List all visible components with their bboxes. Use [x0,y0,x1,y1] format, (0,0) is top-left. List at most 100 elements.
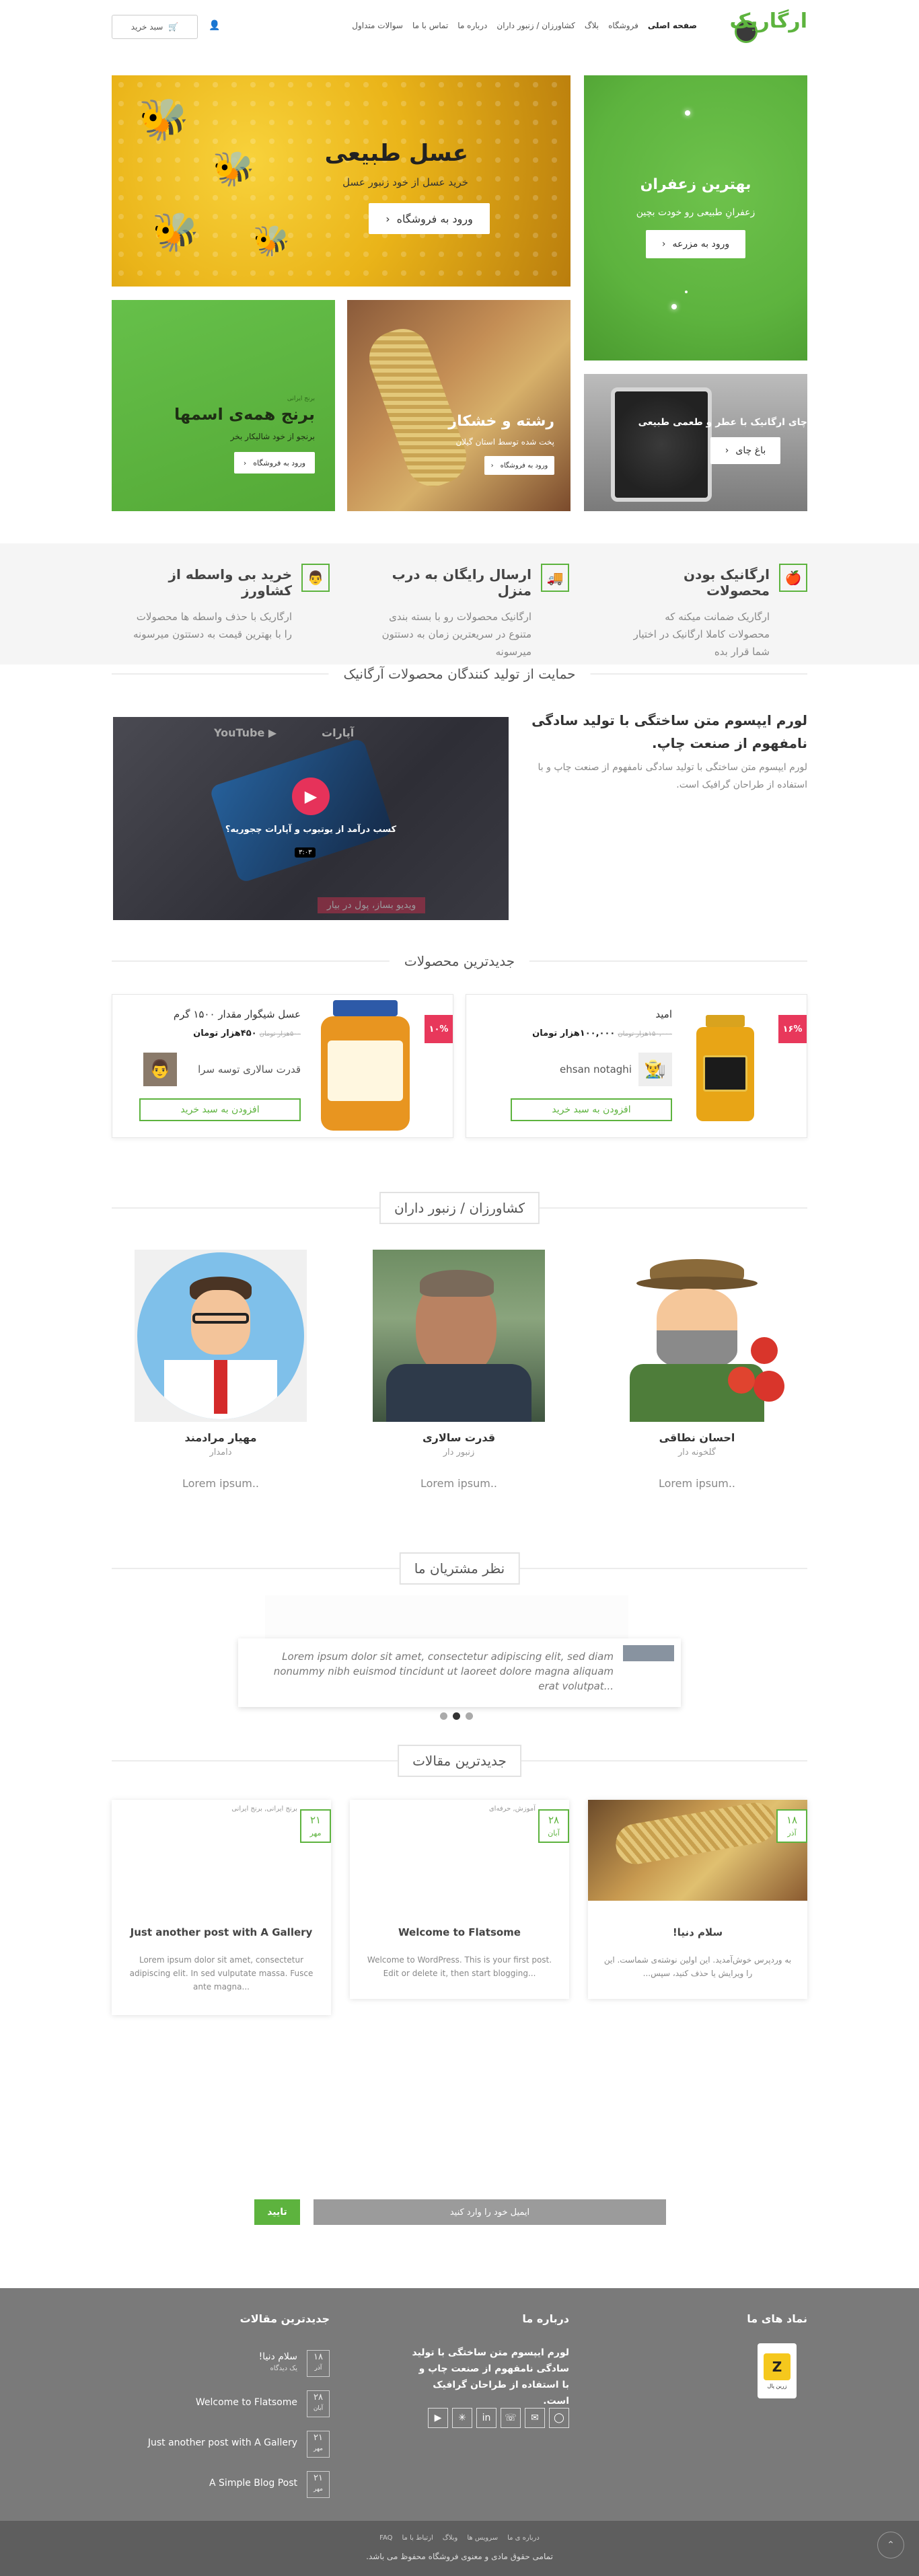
farmer-more[interactable]: Lorem ipsum.. [371,1477,546,1490]
zarinpal-icon: Z [764,2353,791,2380]
product-price-current: ۱۰۰,۰۰۰هزار تومان [532,1028,616,1038]
chevron-left-icon: ‹ [725,445,729,456]
hero-rice-button[interactable]: ورود به فروشگاه ‹ [234,452,315,473]
article-card[interactable]: ۱۸ آذر سلام دنیا! به وردپرس خوش‌آمدید. ای… [588,1799,807,1999]
hero-sweets-banner[interactable]: رشته و خشکار پخت شده توسط استان گیلان ور… [347,300,571,511]
carousel-dot[interactable] [466,1712,473,1720]
footer-post-title[interactable]: Just another post with A Gallery [148,2437,297,2448]
zarinpal-label: زرین پال [767,2382,787,2389]
nav-shop[interactable]: فروشگاه [608,21,638,30]
farmer-avatar[interactable] [610,1250,784,1422]
honey-jar-image [318,1000,412,1132]
linkedin-icon[interactable]: in [476,2408,497,2428]
carousel-dot-active[interactable] [453,1712,460,1720]
twitter-icon[interactable]: ✳ [452,2408,472,2428]
footer-post[interactable]: ۲۱ مهر Just another post with A Gallery [128,2431,330,2462]
footer: نماد های ما Z زرین پال درباره ما لورم ای… [0,2288,919,2521]
back-to-top-button[interactable]: ⌃ [877,2532,904,2559]
logo[interactable]: ارگاریک [729,5,807,46]
footer-post-title[interactable]: Welcome to Flatsome [196,2397,297,2408]
footer-post[interactable]: ۲۱ مهر A Simple Blog Post [128,2471,330,2502]
chevron-left-icon: ‹ [243,458,247,467]
footer-link-contact[interactable]: ارتباط با ما [402,2534,433,2542]
hero-saffron-banner[interactable]: بهترین زعفران زعفرانِ طبیعی رو خودت بچین… [584,75,807,361]
newsletter-submit-button[interactable]: تایید [254,2199,300,2225]
chevron-up-icon: ⌃ [887,2540,895,2550]
footer-link-faq[interactable]: FAQ [379,2534,392,2542]
hero-honey-button[interactable]: ورود به فروشگاه ‹ [369,203,490,234]
nav-contact[interactable]: تماس با ما [412,21,448,30]
product-name[interactable]: عسل شیگوار مقدار ۱۵۰۰ گرم [174,1008,301,1020]
farmer-more[interactable]: Lorem ipsum.. [133,1477,308,1490]
hero-honey-banner[interactable]: 🐝 🐝 🐝 🐝 عسل طبیعی خرید عسل از خود زنبور … [112,75,571,287]
hero-saffron-subtitle: زعفرانِ طبیعی رو خودت بچین [636,207,756,218]
article-title[interactable]: Just another post with A Gallery [112,1926,331,1938]
footer-post-comment: یک دیدگاه [270,2365,297,2372]
footer-post[interactable]: ۲۸ آبان Welcome to Flatsome [128,2390,330,2421]
feature-shipping-title: ارسال رایگان به درب منزل [392,566,531,599]
bee-icon: 🐝 [213,149,255,188]
youtube-icon[interactable]: ▶ [428,2408,448,2428]
nav-blog[interactable]: بلاگ [585,21,599,30]
hero-tea-banner[interactable]: چای ارگانیک با عطر و طعمی طبیعی باغ چای ‹ [584,374,807,511]
zarinpal-badge[interactable]: Z زرین پال [758,2343,797,2398]
article-card[interactable]: برنج ایرانی, برنج ایرانی ۲۱ مهر Just anot… [112,1800,331,2015]
hero-rice-subtitle: برنجو از خود شالیکار بخر [230,432,315,441]
carousel-dots [440,1712,473,1720]
farmer-avatar[interactable] [135,1250,307,1422]
add-to-cart-button[interactable]: افزودن به سبد خرید [139,1098,301,1121]
farmer-name[interactable]: احسان نطاقی [610,1431,784,1444]
farmer-more[interactable]: Lorem ipsum.. [610,1477,784,1490]
hero-sweets-subtitle: پخت شده توسط استان گیلان [455,437,554,447]
bee-icon: 🐝 [139,96,189,143]
seller-avatar: 👨 [143,1053,177,1086]
farmer-name[interactable]: مهیار مرادمند [133,1431,308,1444]
footer-link-blog[interactable]: وبلاگ [443,2534,458,2542]
hero-sweets-button[interactable]: ورود به فروشگاه ‹ [484,456,554,475]
footer-link-about[interactable]: درباره ی ما [507,2534,540,2542]
play-button-icon[interactable]: ▶ [292,778,330,815]
footer-post-date: ۲۸ آبان [307,2390,330,2417]
footer-post-title[interactable]: A Simple Blog Post [209,2478,297,2489]
article-excerpt: به وردپرس خوش‌آمدید. این اولین نوشته‌ی ش… [603,1955,792,1978]
newsletter-band [0,2073,919,2288]
phone-icon[interactable]: ☏ [501,2408,521,2428]
farmer-photo[interactable] [373,1250,545,1422]
product-card[interactable]: ۱۰% عسل شیگوار مقدار ۱۵۰۰ گرم ۵۰۰هزار تو… [112,994,453,1138]
article-card[interactable]: آموزش, حرفه‌ای ۲۸ آبان Welcome to Flatsom… [350,1800,569,1999]
nav-faq[interactable]: سوالات متداول [352,21,403,30]
article-date: ۲۱ مهر [300,1809,331,1843]
article-date: ۲۸ آبان [538,1809,569,1843]
footer-post-title[interactable]: سلام دنیا! [259,2351,297,2362]
footer-about-text: لورم ایپسوم متن ساختگی با تولید سادگی نا… [412,2347,569,2407]
carousel-dot[interactable] [440,1712,447,1720]
instagram-icon[interactable]: ◯ [549,2408,569,2428]
email-icon[interactable]: ✉ [525,2408,545,2428]
footer-link-services[interactable]: سرویس ها [467,2534,498,2542]
hero-saffron-button[interactable]: ورود به مزرعه ‹ [646,230,745,258]
article-title[interactable]: سلام دنیا! [588,1926,807,1938]
nav-home[interactable]: صفحه اصلی [648,21,697,30]
add-to-cart-button[interactable]: افزودن به سبد خرید [511,1098,672,1121]
seller-name[interactable]: ehsan notaghi [560,1063,632,1075]
product-card[interactable]: ۱۶% امید ۱۵۰,۰۰۰هزار تومان ۱۰۰,۰۰۰هزار ت… [466,994,807,1138]
nav-farmers[interactable]: کشاورزان / زنبور داران [497,21,575,30]
sparkle-icon [671,304,677,309]
seller-name[interactable]: قدرت سالاری توسه سرا [198,1063,301,1075]
video-player[interactable]: ▶ YouTube آپارات ▶ کسب درآمد از یوتیوب و… [113,717,509,920]
newsletter-email-input[interactable]: ایمیل خود را وارد کنید [314,2199,666,2225]
nav-about[interactable]: درباره ما [457,21,487,30]
hero-rice-banner[interactable]: برنج ایرانی برنج همه‌ی اسمها برنجو از خو… [112,300,335,511]
article-title[interactable]: Welcome to Flatsome [350,1926,569,1938]
farmer-name[interactable]: قدرت سالاری [371,1431,546,1444]
farmer-role: زنبور دار [443,1447,475,1457]
support-text: لورم ایپسوم متن ساختگی با تولید سادگی نا… [538,762,807,790]
product-name[interactable]: امید [655,1008,672,1020]
cart-button[interactable]: 🛒 سبد خرید [112,15,198,39]
header: ارگاریک صفحه اصلی فروشگاه بلاگ کشاورزان … [0,0,919,56]
article-image[interactable] [588,1799,807,1901]
hero-tea-button[interactable]: باغ چای ‹ [710,437,780,464]
footer-post[interactable]: ۱۸ آذر سلام دنیا! یک دیدگاه [128,2350,330,2381]
article-excerpt: Lorem ipsum dolor sit amet, consectetur … [129,1955,314,1992]
user-icon[interactable]: 👤 [209,20,220,31]
